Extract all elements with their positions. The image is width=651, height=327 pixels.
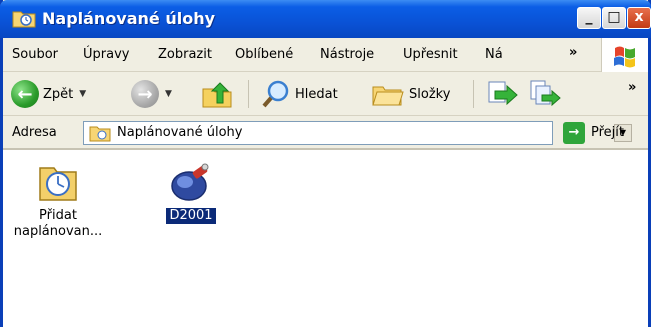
windows-logo xyxy=(601,38,648,72)
window-title: Naplánované úlohy xyxy=(42,9,216,28)
up-button[interactable] xyxy=(201,72,233,116)
add-scheduled-task-icon xyxy=(39,167,77,201)
back-label: Zpět xyxy=(43,86,74,102)
scheduled-tasks-folder-icon xyxy=(12,11,36,28)
title-bar[interactable]: Naplánované úlohy _ □ x xyxy=(0,0,651,38)
task-label: D2001 xyxy=(151,208,231,224)
copy-to-button[interactable] xyxy=(528,72,562,116)
address-value: Naplánované úlohy xyxy=(117,125,243,140)
folders-icon xyxy=(372,86,404,106)
folders-button[interactable]: Složky xyxy=(371,72,450,116)
close-button[interactable]: x xyxy=(627,7,651,29)
move-to-button[interactable] xyxy=(485,72,519,116)
search-label: Hledat xyxy=(295,86,338,102)
menu-upresnit[interactable]: Upřesnit xyxy=(403,47,458,62)
file-list-pane[interactable]: Přidat naplánovan... D2001 xyxy=(3,150,648,327)
go-arrow-icon[interactable]: → xyxy=(563,122,585,144)
scheduled-task-icon xyxy=(171,163,209,201)
menu-upravy[interactable]: Úpravy xyxy=(83,47,129,62)
forward-button[interactable]: → ▼ xyxy=(131,72,172,116)
back-arrow-icon: ← xyxy=(11,80,39,108)
task-item-d2001[interactable]: D2001 xyxy=(151,160,231,224)
back-button[interactable]: ← Zpět ▼ xyxy=(11,72,86,116)
menu-oblibene[interactable]: Oblíbené xyxy=(235,47,293,62)
toolbar-overflow-chevron[interactable]: » xyxy=(628,80,636,95)
task-label-text: D2001 xyxy=(166,208,216,224)
address-input[interactable]: Naplánované úlohy ▼ xyxy=(83,121,632,145)
back-dropdown-icon[interactable]: ▼ xyxy=(79,89,86,99)
folders-label: Složky xyxy=(409,86,451,102)
add-task-label-line2: naplánovan... xyxy=(13,224,103,239)
explorer-window: Naplánované úlohy _ □ x Soubor Úpravy Zo… xyxy=(0,0,651,327)
menu-zobrazit[interactable]: Zobrazit xyxy=(158,47,212,62)
add-scheduled-task-item[interactable]: Přidat naplánovan... xyxy=(13,160,103,240)
menu-soubor[interactable]: Soubor xyxy=(12,47,58,62)
toolbar: ← Zpět ▼ → ▼ Hledat Složky » xyxy=(3,72,648,116)
minimize-button[interactable]: _ xyxy=(577,7,601,29)
menu-bar: Soubor Úpravy Zobrazit Oblíbené Nástroje… xyxy=(3,38,648,72)
maximize-button[interactable]: □ xyxy=(602,7,626,29)
add-task-label-line1: Přidat xyxy=(39,208,77,223)
address-label: Adresa xyxy=(12,125,57,140)
forward-dropdown-icon[interactable]: ▼ xyxy=(165,89,172,99)
menu-napoveda[interactable]: Ná xyxy=(485,47,503,62)
toolbar-separator xyxy=(473,80,474,108)
move-to-folder-icon xyxy=(488,81,518,106)
menu-overflow-chevron[interactable]: » xyxy=(569,45,577,60)
address-bar: Adresa Naplánované úlohy ▼ → Přejít xyxy=(3,116,648,150)
copy-to-folder-icon xyxy=(530,80,561,107)
go-button[interactable]: Přejít xyxy=(591,125,624,140)
toolbar-separator xyxy=(248,80,249,108)
forward-arrow-icon: → xyxy=(131,80,159,108)
windows-flag-icon xyxy=(614,46,635,68)
menu-nastroje[interactable]: Nástroje xyxy=(320,47,374,62)
search-icon xyxy=(262,80,289,108)
scheduled-tasks-folder-icon xyxy=(89,126,111,142)
folder-up-icon xyxy=(202,82,232,108)
search-button[interactable]: Hledat xyxy=(261,72,338,116)
